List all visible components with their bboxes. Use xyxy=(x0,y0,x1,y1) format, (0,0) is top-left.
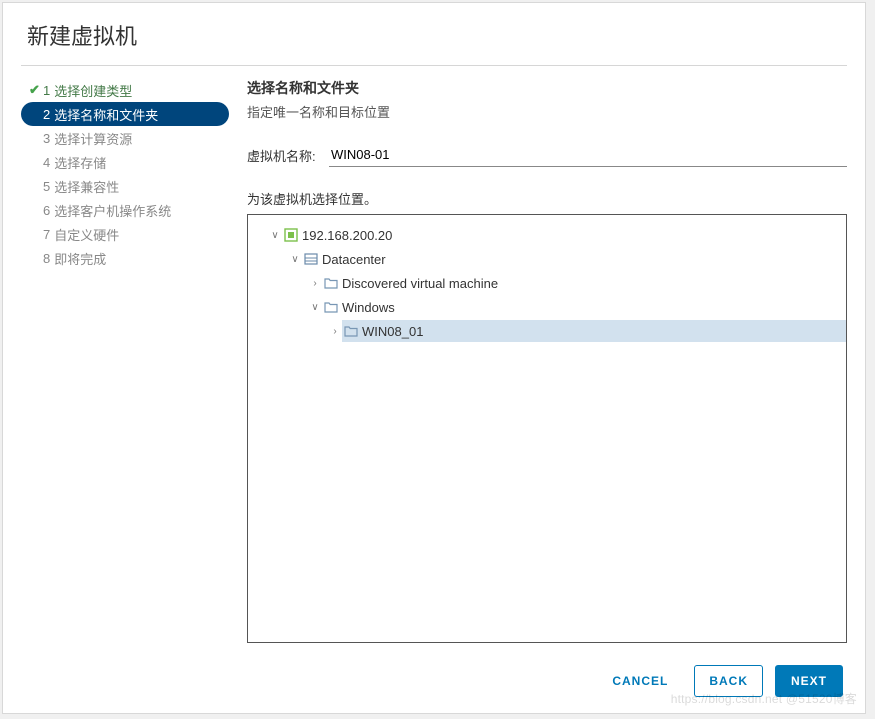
step-5[interactable]: ✔ 5 选择兼容性 xyxy=(21,174,229,198)
tree-node-label: Windows xyxy=(342,300,395,315)
step-number: 1 xyxy=(43,83,50,98)
step-3[interactable]: ✔ 3 选择计算资源 xyxy=(21,126,229,150)
wizard-steps: ✔ 1 选择创建类型 ✔ 2 选择名称和文件夹 ✔ 3 选择计算资源 ✔ 4 选… xyxy=(21,74,229,655)
folder-icon xyxy=(322,277,340,289)
folder-icon xyxy=(322,301,340,313)
vm-name-row: 虚拟机名称: xyxy=(247,143,847,167)
step-1[interactable]: ✔ 1 选择创建类型 xyxy=(21,78,229,102)
new-vm-dialog: 新建虚拟机 ✔ 1 选择创建类型 ✔ 2 选择名称和文件夹 ✔ 3 选择计算资源… xyxy=(2,2,866,714)
tree-node-label: Datacenter xyxy=(322,252,386,267)
step-4[interactable]: ✔ 4 选择存储 xyxy=(21,150,229,174)
tree-node-label: 192.168.200.20 xyxy=(302,228,392,243)
step-number: 3 xyxy=(43,131,50,146)
step-number: 6 xyxy=(43,203,50,218)
vcenter-icon xyxy=(282,228,300,242)
folder-icon xyxy=(342,325,360,337)
step-label: 选择兼容性 xyxy=(54,177,119,196)
cancel-button[interactable]: CANCEL xyxy=(598,665,682,697)
step-2[interactable]: ✔ 2 选择名称和文件夹 xyxy=(21,102,229,126)
tree-node-label: Discovered virtual machine xyxy=(342,276,498,291)
step-label: 即将完成 xyxy=(54,249,106,268)
tree-node-folder-win08_01[interactable]: › WIN08_01 xyxy=(248,319,846,343)
dialog-title: 新建虚拟机 xyxy=(3,3,865,65)
step-6[interactable]: ✔ 6 选择客户机操作系统 xyxy=(21,198,229,222)
step-7[interactable]: ✔ 7 自定义硬件 xyxy=(21,222,229,246)
expander-icon[interactable]: › xyxy=(308,278,322,289)
tree-caption: 为该虚拟机选择位置。 xyxy=(247,189,847,208)
step-8[interactable]: ✔ 8 即将完成 xyxy=(21,246,229,270)
expander-icon[interactable]: ∨ xyxy=(268,230,282,241)
step-number: 7 xyxy=(43,227,50,242)
section-title: 选择名称和文件夹 xyxy=(247,74,847,98)
step-number: 5 xyxy=(43,179,50,194)
tree-node-vcenter[interactable]: ∨ 192.168.200.20 xyxy=(248,223,846,247)
step-label: 选择计算资源 xyxy=(54,129,132,148)
check-icon: ✔ xyxy=(29,82,43,98)
section-subtitle: 指定唯一名称和目标位置 xyxy=(247,102,847,121)
dialog-footer: CANCEL BACK NEXT xyxy=(3,655,865,713)
next-button[interactable]: NEXT xyxy=(775,665,843,697)
location-tree[interactable]: ∨ 192.168.200.20 ∨ xyxy=(247,214,847,643)
expander-icon[interactable]: ∨ xyxy=(308,302,322,313)
back-button[interactable]: BACK xyxy=(694,665,763,697)
step-label: 选择创建类型 xyxy=(54,81,132,100)
expander-icon[interactable]: › xyxy=(328,326,342,337)
step-number: 4 xyxy=(43,155,50,170)
expander-icon[interactable]: ∨ xyxy=(288,254,302,265)
datacenter-icon xyxy=(302,252,320,266)
tree-node-label: WIN08_01 xyxy=(362,324,423,339)
step-label: 选择名称和文件夹 xyxy=(54,105,158,124)
step-number: 8 xyxy=(43,251,50,266)
vm-name-label: 虚拟机名称: xyxy=(247,146,329,165)
dialog-body: ✔ 1 选择创建类型 ✔ 2 选择名称和文件夹 ✔ 3 选择计算资源 ✔ 4 选… xyxy=(3,66,865,655)
tree-node-datacenter[interactable]: ∨ Datacenter xyxy=(248,247,846,271)
content-panel: 选择名称和文件夹 指定唯一名称和目标位置 虚拟机名称: 为该虚拟机选择位置。 ∨ xyxy=(229,74,847,655)
tree-node-folder-discovered[interactable]: › Discovered virtual machine xyxy=(248,271,846,295)
step-label: 选择存储 xyxy=(54,153,106,172)
step-label: 自定义硬件 xyxy=(54,225,119,244)
tree-node-folder-windows[interactable]: ∨ Windows xyxy=(248,295,846,319)
step-number: 2 xyxy=(43,107,50,122)
step-label: 选择客户机操作系统 xyxy=(54,201,171,220)
vm-name-input[interactable] xyxy=(329,143,847,167)
